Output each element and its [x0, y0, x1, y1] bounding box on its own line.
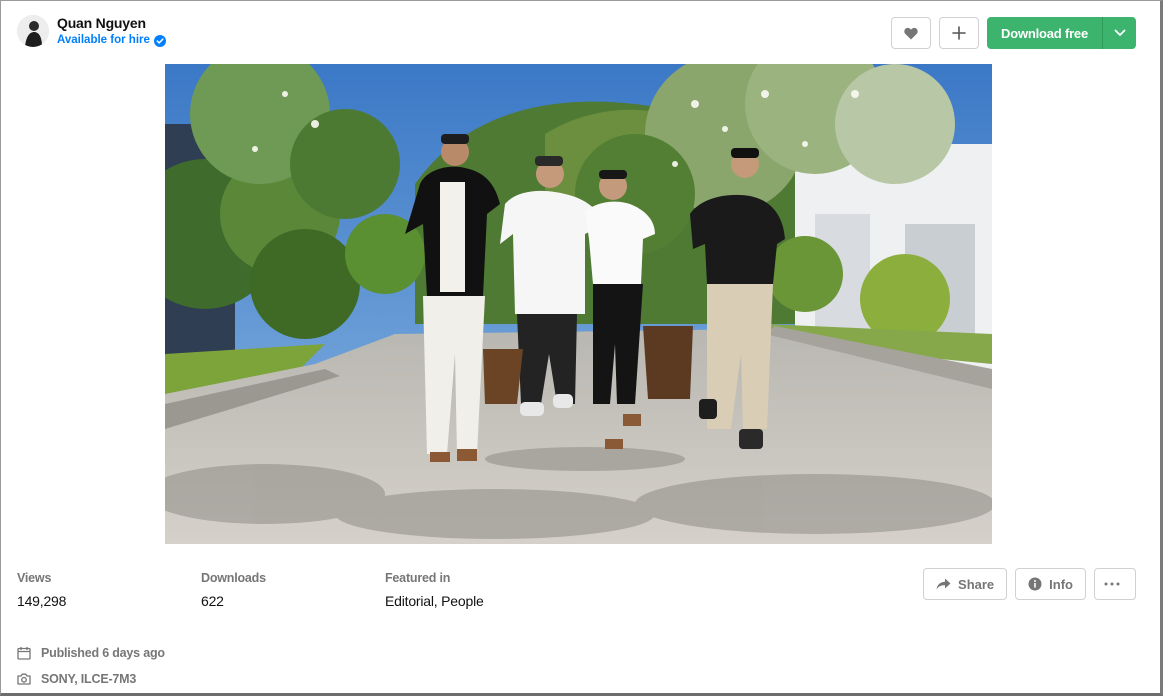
ellipsis-icon: [1104, 582, 1119, 586]
hire-status[interactable]: Available for hire: [57, 34, 166, 47]
more-options-button[interactable]: [1094, 568, 1136, 600]
photo-image: [165, 64, 992, 544]
secondary-actions: Share Info: [923, 568, 1136, 600]
published-text: Published 6 days ago: [41, 646, 165, 660]
featured-label: Featured in: [385, 571, 451, 585]
share-arrow-icon: [936, 578, 951, 590]
heart-icon: [904, 27, 918, 39]
share-button[interactable]: Share: [923, 568, 1008, 600]
plus-icon: [952, 26, 966, 40]
camera-info: SONY, ILCE-7M3: [17, 672, 136, 686]
avatar-image: [17, 15, 49, 47]
chevron-down-icon: [1114, 29, 1125, 36]
photo-page: Quan Nguyen Available for hire Download …: [0, 0, 1163, 696]
info-button[interactable]: Info: [1015, 568, 1086, 600]
camera-text[interactable]: SONY, ILCE-7M3: [41, 672, 136, 686]
download-options-button[interactable]: [1102, 17, 1136, 49]
hire-status-label[interactable]: Available for hire: [57, 34, 150, 47]
views-label: Views: [17, 571, 52, 585]
camera-icon: [17, 673, 31, 685]
info-label: Info: [1049, 576, 1073, 592]
published-info: Published 6 days ago: [17, 646, 165, 660]
featured-link-editorial[interactable]: Editorial: [385, 593, 434, 609]
featured-links: Editorial, People: [385, 593, 484, 609]
views-value: 149,298: [17, 593, 67, 609]
download-free-button[interactable]: Download free: [987, 17, 1102, 49]
author-block[interactable]: Quan Nguyen Available for hire: [17, 15, 166, 47]
verified-check-icon: [153, 34, 166, 47]
featured-link-people[interactable]: People: [441, 593, 484, 609]
add-to-collection-button[interactable]: [939, 17, 980, 49]
downloads-stat: Downloads 622: [201, 571, 266, 609]
info-icon: [1028, 577, 1042, 591]
featured-stat: Featured in Editorial, People: [385, 571, 484, 609]
like-button[interactable]: [891, 17, 932, 49]
download-button-group: Download free: [987, 17, 1136, 49]
share-label: Share: [958, 576, 995, 592]
views-stat: Views 149,298: [17, 571, 66, 609]
calendar-icon: [17, 647, 31, 660]
downloads-value: 622: [201, 593, 224, 609]
author-name[interactable]: Quan Nguyen: [57, 16, 166, 30]
downloads-label: Downloads: [201, 571, 266, 585]
photo-actions: Download free: [891, 17, 1136, 49]
main-photo[interactable]: [165, 64, 992, 544]
avatar[interactable]: [17, 15, 49, 47]
